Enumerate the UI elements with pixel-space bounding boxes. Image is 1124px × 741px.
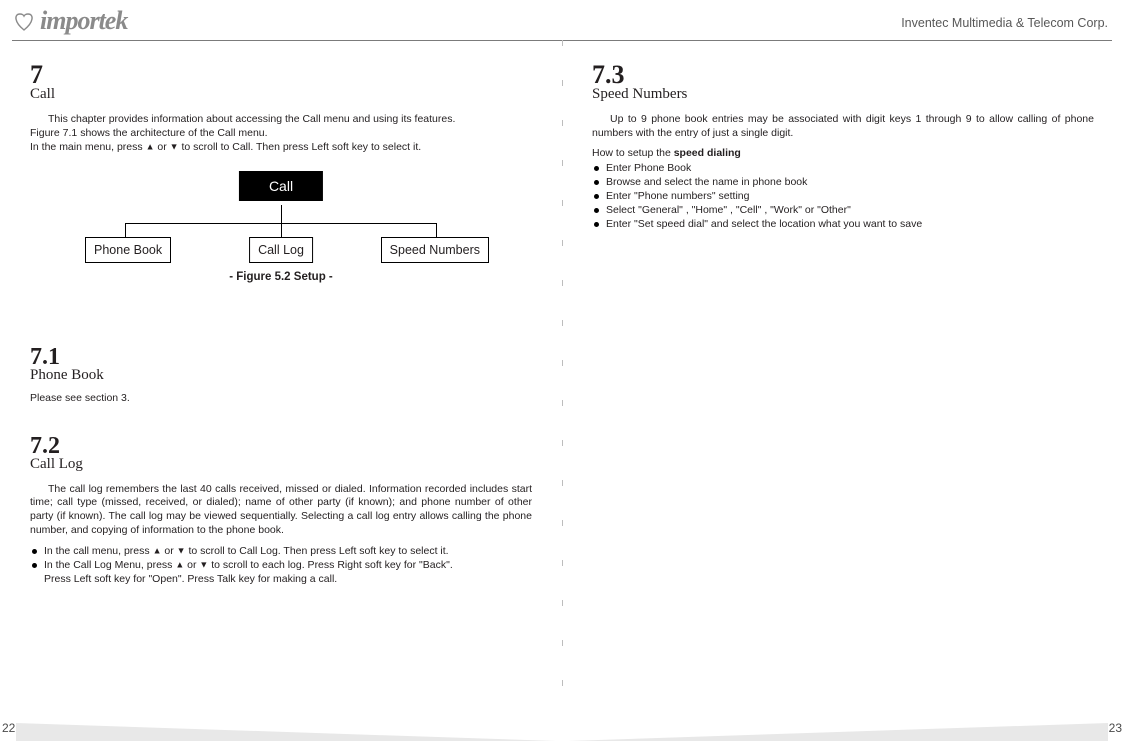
intro-line3-wrap: In the main menu, press ▲ or ▼ to scroll… <box>30 141 532 155</box>
section-number: 7.1 <box>30 345 532 369</box>
section-title: Phone Book <box>30 367 532 384</box>
list-item: In the call menu, press ▲ or ▼ to scroll… <box>30 544 532 558</box>
intro-line3b: or <box>154 141 169 153</box>
intro-line1: This chapter provides information about … <box>48 113 455 125</box>
call-menu-diagram: Call Phone Book Call Log Speed Numbers -… <box>91 171 471 301</box>
chapter-number: 7 <box>30 62 532 88</box>
down-triangle-icon: ▼ <box>199 560 208 570</box>
page-left: 7 Call This chapter provides information… <box>0 40 562 741</box>
diagram-box-calllog: Call Log <box>249 237 313 263</box>
list-item: Enter "Set speed dial" and select the lo… <box>592 217 1094 231</box>
list-item: In the Call Log Menu, press ▲ or ▼ to sc… <box>30 558 532 586</box>
down-triangle-icon: ▼ <box>177 546 186 556</box>
heart-icon <box>12 10 38 32</box>
down-triangle-icon: ▼ <box>170 141 179 151</box>
footer-wedge-left <box>16 723 556 741</box>
footer-wedge-right <box>568 723 1108 741</box>
chapter-title: Call <box>30 86 532 103</box>
page-right: 7.3 Speed Numbers Up to 9 phone book ent… <box>562 40 1124 741</box>
section-title: Speed Numbers <box>592 86 1094 103</box>
company-name: Inventec Multimedia & Telecom Corp. <box>901 16 1108 30</box>
diagram-root: Call <box>239 171 323 201</box>
brand-logo: importek <box>12 6 127 36</box>
list-item: Select "General" , "Home" , "Cell" , "Wo… <box>592 203 1094 217</box>
section-number: 7.2 <box>30 434 532 458</box>
diagram-box-phonebook: Phone Book <box>85 237 171 263</box>
list-item: Browse and select the name in phone book <box>592 175 1094 189</box>
section-7-1: 7.1 Phone Book Please see section 3. <box>30 345 532 404</box>
list-item: Enter Phone Book <box>592 161 1094 175</box>
intro-line3a: In the main menu, press <box>30 141 146 153</box>
howto-list: Enter Phone Book Browse and select the n… <box>592 161 1094 232</box>
up-triangle-icon: ▲ <box>175 560 184 570</box>
intro-line2: Figure 7.1 shows the architecture of the… <box>30 127 268 139</box>
page-number-left: 22 <box>2 721 15 735</box>
section-body: Please see section 3. <box>30 392 532 404</box>
section-body: The call log remembers the last 40 calls… <box>30 483 532 538</box>
chapter-intro: This chapter provides information about … <box>30 113 532 127</box>
page-number-right: 23 <box>1109 721 1122 735</box>
diagram-box-speednumbers: Speed Numbers <box>381 237 489 263</box>
section-7-2: 7.2 Call Log The call log remembers the … <box>30 434 532 587</box>
section-bullets: In the call menu, press ▲ or ▼ to scroll… <box>30 544 532 587</box>
brand-text: importek <box>40 6 127 36</box>
intro-line3c: to scroll to Call. Then press Left soft … <box>179 141 422 153</box>
list-item: Enter "Phone numbers" setting <box>592 189 1094 203</box>
section-body: Up to 9 phone book entries may be associ… <box>592 113 1094 141</box>
diagram-caption: - Figure 5.2 Setup - <box>91 271 471 283</box>
section-number: 7.3 <box>592 62 1094 88</box>
howto-heading: How to setup the speed dialing <box>592 147 1094 159</box>
section-title: Call Log <box>30 456 532 473</box>
intro-line2-wrap: Figure 7.1 shows the architecture of the… <box>30 127 532 141</box>
